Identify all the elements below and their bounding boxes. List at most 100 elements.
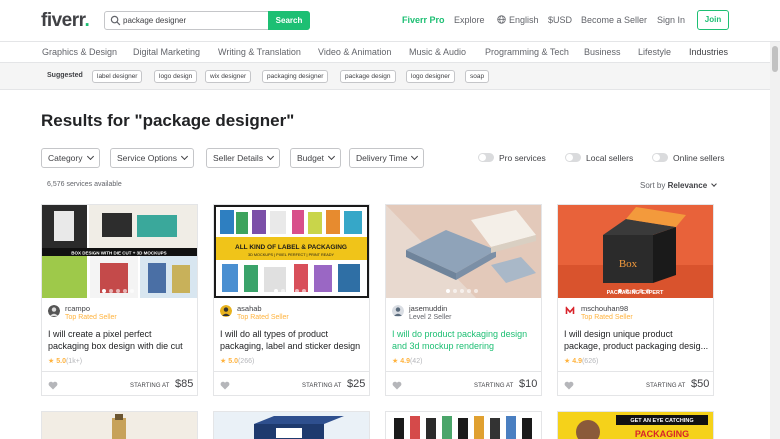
toggle-knob xyxy=(479,154,486,161)
seller-level: Top Rated Seller xyxy=(581,314,633,321)
chevron-down-icon xyxy=(411,152,419,161)
suggestion-chip[interactable]: package design xyxy=(340,70,396,83)
nav-sign-in[interactable]: Sign In xyxy=(657,15,685,25)
gig-thumbnail[interactable] xyxy=(386,205,541,298)
globe-icon xyxy=(497,15,506,24)
top-header: fiverr. Search Fiverr Pro Explore Englis… xyxy=(0,0,780,42)
category-video-animation[interactable]: Video & Animation xyxy=(318,47,391,57)
gig-title[interactable]: I will do product packaging design and 3… xyxy=(392,329,537,352)
seller-name[interactable]: jasemuddin xyxy=(409,304,447,313)
gig-price: $10 xyxy=(519,378,538,390)
filter-category[interactable]: Category xyxy=(41,148,100,168)
thumb-banner-text: GET AN EYE CATCHING xyxy=(630,418,693,424)
category-writing-translation[interactable]: Writing & Translation xyxy=(218,47,301,57)
gig-card[interactable]: ALL KIND OF LABEL & PACKAGING 3D MOCKUPS… xyxy=(213,204,370,396)
category-lifestyle[interactable]: Lifestyle xyxy=(638,47,671,57)
suggestion-chip[interactable]: logo designer xyxy=(406,70,456,83)
suggestion-chip[interactable]: logo design xyxy=(154,70,198,83)
gig-title[interactable]: I will do all types of product packaging… xyxy=(220,329,365,352)
toggle-online-sellers[interactable] xyxy=(652,153,668,162)
toggle-knob xyxy=(566,154,573,161)
filter-budget[interactable]: Budget xyxy=(290,148,341,168)
search-button[interactable]: Search xyxy=(268,11,310,30)
category-nav: Graphics & Design Digital Marketing Writ… xyxy=(0,42,780,63)
gig-price: $50 xyxy=(691,378,710,390)
seller-name[interactable]: rcampo xyxy=(65,304,90,313)
search-input[interactable] xyxy=(123,13,268,28)
starting-at-label: STARTING AT xyxy=(474,383,514,389)
nav-explore[interactable]: Explore xyxy=(454,15,485,25)
toggle-pro-services[interactable] xyxy=(478,153,494,162)
gig-image xyxy=(42,412,197,439)
suggested-bar: Suggested label designer logo design wix… xyxy=(0,63,780,90)
gig-card[interactable] xyxy=(41,411,198,439)
category-digital-marketing[interactable]: Digital Marketing xyxy=(133,47,200,57)
gig-card[interactable] xyxy=(213,411,370,439)
chevron-down-icon xyxy=(86,152,94,161)
gig-card[interactable]: Box PACKAGING EXPERT mschouhan98 Top Rat… xyxy=(557,204,714,396)
star-icon: ★ xyxy=(220,358,227,365)
gig-thumbnail[interactable]: Box PACKAGING EXPERT xyxy=(558,205,713,298)
gig-image xyxy=(386,412,541,439)
gig-card[interactable]: jasemuddin Level 2 Seller I will do prod… xyxy=(385,204,542,396)
toggle-knob xyxy=(653,154,660,161)
category-graphics-design[interactable]: Graphics & Design xyxy=(42,47,117,57)
gig-card[interactable] xyxy=(385,411,542,439)
heart-icon[interactable] xyxy=(48,381,58,390)
suggestion-chip[interactable]: label designer xyxy=(92,70,143,83)
gig-thumbnail[interactable]: BOX DESIGN WITH DIE CUT + 3D MOCKUPS xyxy=(42,205,197,298)
toggle-local-sellers[interactable] xyxy=(565,153,581,162)
nav-become-seller[interactable]: Become a Seller xyxy=(581,15,647,25)
heart-icon[interactable] xyxy=(220,381,230,390)
sort-dropdown[interactable]: Sort by Relevance xyxy=(640,181,718,190)
chevron-down-icon xyxy=(711,181,718,187)
category-industries[interactable]: Industries xyxy=(689,47,728,57)
gig-footer: STARTING AT $50 xyxy=(558,371,713,396)
nav-language[interactable]: English xyxy=(497,15,539,25)
nav-currency[interactable]: $USD xyxy=(548,15,572,25)
star-icon: ★ xyxy=(48,358,55,365)
scrollbar-thumb[interactable] xyxy=(772,46,778,72)
carousel-dots xyxy=(102,289,134,293)
join-button[interactable]: Join xyxy=(697,10,729,30)
suggestion-chip[interactable]: soap xyxy=(465,70,490,83)
carousel-dots xyxy=(446,289,478,293)
nav-fiverr-pro[interactable]: Fiverr Pro xyxy=(402,15,445,25)
carousel-dots xyxy=(618,289,650,293)
scrollbar-track[interactable] xyxy=(770,42,780,439)
gig-image xyxy=(386,205,541,298)
category-programming-tech[interactable]: Programming & Tech xyxy=(485,47,569,57)
filter-service-options[interactable]: Service Options xyxy=(110,148,194,168)
gig-title[interactable]: I will create a pixel perfect packaging … xyxy=(48,329,193,352)
filter-delivery-time[interactable]: Delivery Time xyxy=(349,148,425,168)
filter-seller-details[interactable]: Seller Details xyxy=(206,148,281,168)
gig-image: ALL KIND OF LABEL & PACKAGING 3D MOCKUPS… xyxy=(214,205,369,298)
suggestion-chip[interactable]: packaging designer xyxy=(262,70,329,83)
seller-level: Top Rated Seller xyxy=(237,314,289,321)
gig-price: $85 xyxy=(175,378,194,390)
gig-card[interactable]: GET AN EYE CATCHING PACKAGING xyxy=(557,411,714,439)
toggle-label: Pro services xyxy=(499,153,546,163)
gig-footer: STARTING AT $10 xyxy=(386,371,541,396)
gig-title[interactable]: I will design unique product package, pr… xyxy=(564,329,709,352)
gig-image: GET AN EYE CATCHING PACKAGING xyxy=(558,412,713,439)
seller-level: Level 2 Seller xyxy=(409,314,452,321)
category-business[interactable]: Business xyxy=(584,47,621,57)
fiverr-logo[interactable]: fiverr. xyxy=(41,10,90,32)
seller-name[interactable]: asahab xyxy=(237,304,262,313)
gig-card[interactable]: BOX DESIGN WITH DIE CUT + 3D MOCKUPS rca… xyxy=(41,204,198,396)
starting-at-label: STARTING AT xyxy=(302,383,342,389)
star-icon: ★ xyxy=(564,358,571,365)
seller-avatar xyxy=(392,305,404,317)
language-label: English xyxy=(509,15,539,25)
thumb-banner-text: BOX DESIGN WITH DIE CUT + 3D MOCKUPS xyxy=(71,251,166,256)
heart-icon[interactable] xyxy=(392,381,402,390)
gig-image: Box PACKAGING EXPERT xyxy=(558,205,713,298)
gig-thumbnail[interactable]: ALL KIND OF LABEL & PACKAGING 3D MOCKUPS… xyxy=(214,205,369,298)
heart-icon[interactable] xyxy=(564,381,574,390)
seller-name[interactable]: mschouhan98 xyxy=(581,304,628,313)
suggestion-chip[interactable]: wix designer xyxy=(205,70,252,83)
chevron-down-icon xyxy=(180,152,189,161)
category-music-audio[interactable]: Music & Audio xyxy=(409,47,466,57)
star-icon: ★ xyxy=(392,358,399,365)
